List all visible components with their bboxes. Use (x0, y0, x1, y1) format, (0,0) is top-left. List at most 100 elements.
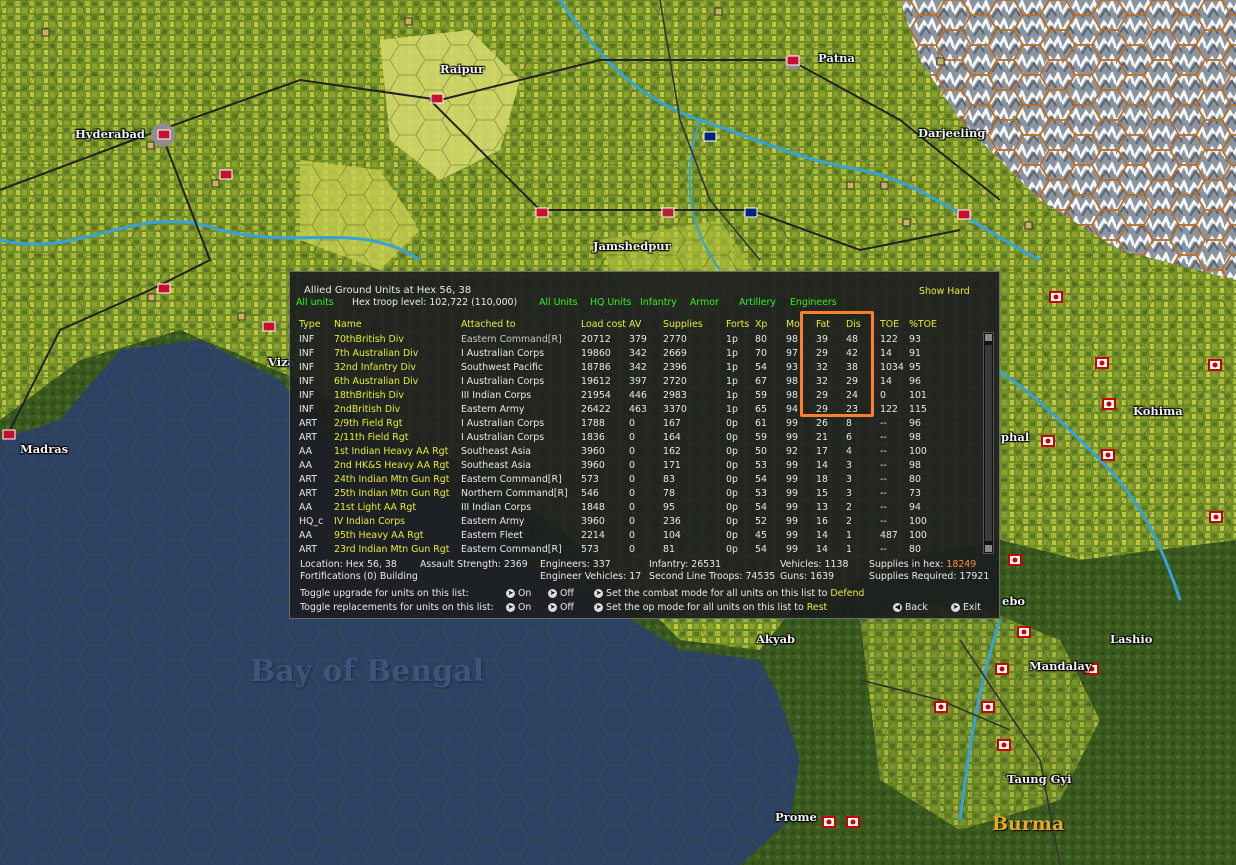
col-forts[interactable]: Forts (726, 319, 749, 330)
cell-dis: 4 (846, 446, 852, 457)
cell-supplies: 236 (663, 516, 681, 527)
tab-engineers[interactable]: Engineers (790, 297, 837, 308)
cell-name[interactable]: 2/11th Field Rgt (334, 432, 408, 443)
col-supplies[interactable]: Supplies (663, 319, 703, 330)
unit-row[interactable]: ART 23rd Indian Mtn Gun Rgt Eastern Comman… (290, 544, 980, 558)
cell-name[interactable]: 6th Australian Div (334, 376, 418, 387)
city-label-akyab[interactable]: Akyab (756, 632, 795, 646)
unit-row[interactable]: AA 1st Indian Heavy AA Rgt Southeast Asia 3… (290, 446, 980, 460)
city-label-patna[interactable]: Patna (818, 51, 855, 65)
tab-hq-units[interactable]: HQ Units (590, 297, 631, 308)
cell-name[interactable]: 2nd HK&S Heavy AA Rgt (334, 460, 449, 471)
cell-type: ART (299, 432, 317, 443)
city-label-mandalay[interactable]: Mandalay (1029, 659, 1092, 673)
cell-name[interactable]: 1st Indian Heavy AA Rgt (334, 446, 448, 457)
col-fat[interactable]: Fat (816, 319, 830, 330)
unit-row[interactable]: INF 6th Australian Div I Australian Corps 1… (290, 376, 980, 390)
cell-av: 397 (629, 376, 647, 387)
city-label-hyderabad[interactable]: Hyderabad (75, 127, 145, 141)
op-mode-value[interactable]: Rest (807, 602, 827, 613)
col-attached[interactable]: Attached to (461, 319, 516, 330)
city-label-phal[interactable]: phal (1001, 430, 1029, 444)
tab-all-units[interactable]: All Units (539, 297, 578, 308)
cell-av: 0 (629, 446, 635, 457)
cell-name[interactable]: 70thBritish Div (334, 334, 404, 345)
cell-name[interactable]: 25th Indian Mtn Gun Rgt (334, 488, 449, 499)
unit-row[interactable]: AA 21st Light AA Rgt III Indian Corps 1848 0… (290, 502, 980, 516)
col-name[interactable]: Name (334, 319, 362, 330)
cell-fat: 39 (816, 334, 828, 345)
col-load-cost[interactable]: Load cost (581, 319, 626, 330)
cell-fat: 14 (816, 460, 828, 471)
scroll-thumb[interactable] (985, 345, 992, 541)
cell-name[interactable]: 24th Indian Mtn Gun Rgt (334, 474, 449, 485)
exit-button[interactable]: ➤ Exit (951, 602, 981, 613)
tab-infantry[interactable]: Infantry (640, 297, 677, 308)
combat-mode-value[interactable]: Defend (830, 588, 864, 599)
cell-forts: 0p (726, 502, 738, 513)
cell-name[interactable]: 18thBritish Div (334, 390, 404, 401)
unit-row[interactable]: HQ_c IV Indian Corps Eastern Army 3960 0 236 0… (290, 516, 980, 530)
city-label-jamshedpur[interactable]: Jamshedpur (593, 239, 671, 253)
tab-armor[interactable]: Armor (690, 297, 719, 308)
unit-row[interactable]: ART 2/11th Field Rgt I Australian Corps 183… (290, 432, 980, 446)
cell-forts: 1p (726, 348, 738, 359)
unit-row[interactable]: INF 18thBritish Div III Indian Corps 21954 4… (290, 390, 980, 404)
unit-row[interactable]: INF 32nd Infantry Div Southwest Pacific 187… (290, 362, 980, 376)
city-label-darjeeling[interactable]: Darjeeling (918, 126, 985, 140)
unit-row[interactable]: AA 95th Heavy AA Rgt Eastern Fleet 2214 0 104… (290, 530, 980, 544)
unit-row[interactable]: INF 7th Australian Div I Australian Corps 1… (290, 348, 980, 362)
city-label-raipur[interactable]: Raipur (440, 62, 484, 76)
table-header: Type Name Attached to Load cost AV Suppl… (290, 319, 980, 333)
cell-mo: 99 (786, 418, 798, 429)
unit-row[interactable]: INF 2ndBritish Div Eastern Army 26422 463 337… (290, 404, 980, 418)
back-button[interactable]: ◀ Back (893, 602, 928, 613)
city-label-taung-gyi[interactable]: Taung Gyi (1007, 772, 1072, 786)
cell-name[interactable]: 32nd Infantry Div (334, 362, 416, 373)
unit-row[interactable]: INF 70thBritish Div Eastern Command[R] 2071… (290, 334, 980, 348)
upgrade-on-button[interactable]: ➤ On (506, 588, 531, 599)
replacements-on-button[interactable]: ➤ On (506, 602, 531, 613)
cell-toe: -- (880, 544, 887, 555)
cell-av: 0 (629, 544, 635, 555)
cell-xp: 80 (755, 334, 767, 345)
cell-name[interactable]: 7th Australian Div (334, 348, 418, 359)
cell-fat: 26 (816, 418, 828, 429)
col-pct-toe[interactable]: %TOE (909, 319, 937, 330)
col-dis[interactable]: Dis (846, 319, 861, 330)
tab-artillery[interactable]: Artillery (739, 297, 776, 308)
cell-supplies: 95 (663, 502, 675, 513)
filter-all-units[interactable]: All units (296, 297, 334, 308)
unit-row[interactable]: ART 24th Indian Mtn Gun Rgt Eastern Comman… (290, 474, 980, 488)
cell-load: 21954 (581, 390, 611, 401)
cell-fat: 32 (816, 376, 828, 387)
unit-row[interactable]: AA 2nd HK&S Heavy AA Rgt Southeast Asia 396… (290, 460, 980, 474)
scroll-down-icon[interactable] (985, 545, 992, 552)
cell-name[interactable]: 2ndBritish Div (334, 404, 400, 415)
city-label-lashio[interactable]: Lashio (1110, 632, 1152, 646)
upgrade-off-button[interactable]: ➤ Off (548, 588, 574, 599)
cell-name[interactable]: 21st Light AA Rgt (334, 502, 416, 513)
scroll-up-icon[interactable] (985, 334, 992, 341)
col-mo[interactable]: Mo (786, 319, 800, 330)
col-type[interactable]: Type (299, 319, 321, 330)
col-av[interactable]: AV (629, 319, 641, 330)
city-label-madras[interactable]: Madras (20, 442, 68, 456)
city-label-prome[interactable]: Prome (775, 810, 817, 824)
show-hard-button[interactable]: Show Hard (919, 286, 970, 297)
combat-mode-button[interactable]: ➤ Set the combat mode for all units on th… (594, 588, 864, 599)
cell-toe: -- (880, 418, 887, 429)
cell-name[interactable]: IV Indian Corps (334, 516, 405, 527)
col-toe[interactable]: TOE (880, 319, 899, 330)
col-xp[interactable]: Xp (755, 319, 767, 330)
cell-name[interactable]: 2/9th Field Rgt (334, 418, 402, 429)
city-label-ebo[interactable]: ebo (1002, 594, 1025, 608)
unit-row[interactable]: ART 2/9th Field Rgt I Australian Corps 1788… (290, 418, 980, 432)
list-scrollbar[interactable] (983, 332, 994, 554)
city-label-kohima[interactable]: Kohima (1133, 404, 1183, 418)
cell-name[interactable]: 23rd Indian Mtn Gun Rgt (334, 544, 449, 555)
unit-row[interactable]: ART 25th Indian Mtn Gun Rgt Northern Comma… (290, 488, 980, 502)
op-mode-button[interactable]: ➤ Set the op mode for all units on this l… (594, 602, 827, 613)
replacements-off-button[interactable]: ➤ Off (548, 602, 574, 613)
cell-name[interactable]: 95th Heavy AA Rgt (334, 530, 423, 541)
